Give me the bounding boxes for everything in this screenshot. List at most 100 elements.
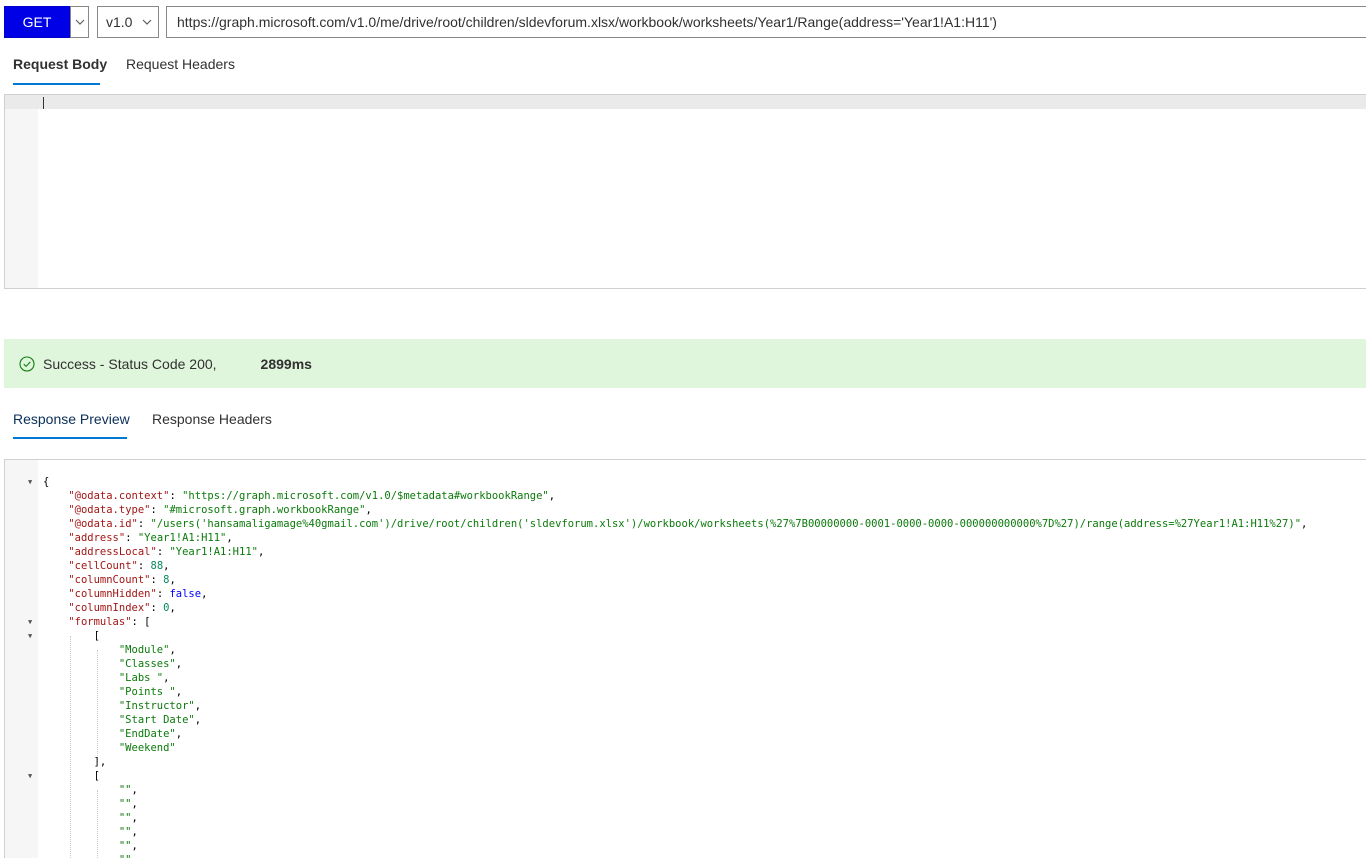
caret-down-icon[interactable]: ▼ [28, 615, 36, 629]
json-token: ], [93, 756, 107, 768]
json-token: : [ [131, 616, 151, 628]
code-line: ▼ "formulas": [ [5, 615, 1366, 629]
code-text: "@odata.type": "#microsoft.graph.workboo… [43, 503, 372, 517]
json-token: "Year1!A1:H11" [137, 532, 227, 544]
http-method-dropdown[interactable] [70, 6, 89, 38]
code-line: "Module", [5, 643, 1366, 657]
json-token: { [43, 476, 50, 488]
json-token: : [150, 602, 164, 614]
json-token: : [156, 588, 170, 600]
caret-down-icon[interactable]: ▼ [28, 475, 36, 489]
code-text: "Points ", [43, 685, 182, 699]
json-token: , [169, 574, 176, 586]
code-text: "Weekend" [43, 741, 176, 755]
code-text: "EndDate", [43, 727, 182, 741]
json-token: , [365, 504, 372, 516]
active-tab-indicator [13, 437, 127, 439]
json-token: , [175, 658, 183, 670]
code-line: "@odata.context": "https://graph.microso… [5, 489, 1366, 503]
json-token: "address" [68, 532, 126, 544]
json-token: , [1301, 518, 1308, 530]
json-token: "Weekend" [118, 742, 176, 754]
json-token: "@odata.context" [68, 490, 170, 502]
code-line: "columnCount": 8, [5, 573, 1366, 587]
code-line: "", [5, 853, 1366, 858]
json-token: , [257, 546, 265, 558]
caret-down-icon[interactable]: ▼ [28, 629, 36, 643]
code-text: "", [43, 853, 138, 858]
json-token: "@odata.type" [68, 504, 151, 516]
json-token: , [163, 560, 170, 572]
chevron-down-icon [142, 19, 152, 25]
active-line-highlight [5, 95, 1366, 109]
code-text: "", [43, 825, 138, 839]
active-tab-indicator [13, 83, 100, 85]
json-token: "Labs " [118, 672, 164, 684]
code-line: "Classes", [5, 657, 1366, 671]
response-preview-viewer[interactable]: ▼ { "@odata.context": "https://graph.micr… [4, 459, 1366, 858]
json-token: "Module" [118, 644, 170, 656]
code-line: "EndDate", [5, 727, 1366, 741]
json-token: , [226, 532, 233, 544]
status-message: Success - Status Code 200, [43, 355, 217, 372]
tab-response-preview[interactable]: Response Preview [13, 411, 130, 427]
code-line: "@odata.type": "#microsoft.graph.workboo… [5, 503, 1366, 517]
json-token: "EndDate" [118, 728, 176, 740]
code-text: "cellCount": 88, [43, 559, 169, 573]
json-token: "" [119, 854, 132, 858]
json-token: , [131, 784, 138, 796]
tab-request-body[interactable]: Request Body [13, 56, 107, 72]
http-method-button[interactable]: GET [4, 6, 70, 38]
response-duration: 2899ms [260, 355, 312, 372]
json-token: : [137, 560, 151, 572]
tab-response-headers[interactable]: Response Headers [152, 411, 272, 427]
json-token: "Start Date" [118, 714, 195, 726]
code-text: "", [43, 797, 138, 811]
code-text: ], [43, 755, 107, 769]
code-line: "@odata.id": "/users('hansamaligamage%40… [5, 517, 1366, 531]
json-token: , [175, 728, 183, 740]
json-token: "addressLocal" [68, 546, 157, 558]
json-token: [ [93, 770, 100, 782]
json-token: , [131, 798, 138, 810]
caret-down-icon[interactable]: ▼ [28, 769, 36, 783]
code-text: "addressLocal": "Year1!A1:H11", [43, 545, 264, 559]
json-token: "https://graph.microsoft.com/v1.0/$metad… [182, 490, 549, 502]
json-token: "Instructor" [118, 700, 195, 712]
code-line: "columnHidden": false, [5, 587, 1366, 601]
chevron-down-icon [75, 19, 84, 25]
code-text: [ [43, 629, 100, 643]
version-select[interactable]: v1.0 [97, 6, 159, 38]
json-token: [ [93, 630, 100, 642]
code-text: "", [43, 783, 138, 797]
code-text: "address": "Year1!A1:H11", [43, 531, 233, 545]
request-url-input[interactable] [166, 6, 1366, 38]
code-line: ▼ [ [5, 769, 1366, 783]
text-cursor [43, 97, 44, 109]
code-text: "@odata.context": "https://graph.microso… [43, 489, 555, 503]
json-token: , [175, 686, 183, 698]
request-body-editor[interactable] [4, 94, 1366, 289]
json-token: "Points " [118, 686, 176, 698]
json-token: , [131, 840, 138, 852]
code-line: "addressLocal": "Year1!A1:H11", [5, 545, 1366, 559]
json-token: : [150, 504, 164, 516]
code-line: "", [5, 797, 1366, 811]
json-token: "columnHidden" [68, 588, 157, 600]
code-line: "Weekend" [5, 741, 1366, 755]
json-token: "columnIndex" [68, 602, 151, 614]
code-text: "columnHidden": false, [43, 587, 207, 601]
code-line: "", [5, 825, 1366, 839]
json-token: : [137, 518, 151, 530]
tab-request-headers[interactable]: Request Headers [126, 56, 235, 72]
json-token: , [163, 672, 170, 684]
json-token: , [194, 700, 202, 712]
line-number-gutter [5, 95, 38, 288]
code-line: "Labs ", [5, 671, 1366, 685]
json-token: : [169, 490, 183, 502]
code-text: "Classes", [43, 657, 182, 671]
json-token: "" [118, 826, 132, 838]
json-token: , [131, 812, 138, 824]
json-token: , [201, 588, 208, 600]
json-token: "#microsoft.graph.workbookRange" [163, 504, 366, 516]
